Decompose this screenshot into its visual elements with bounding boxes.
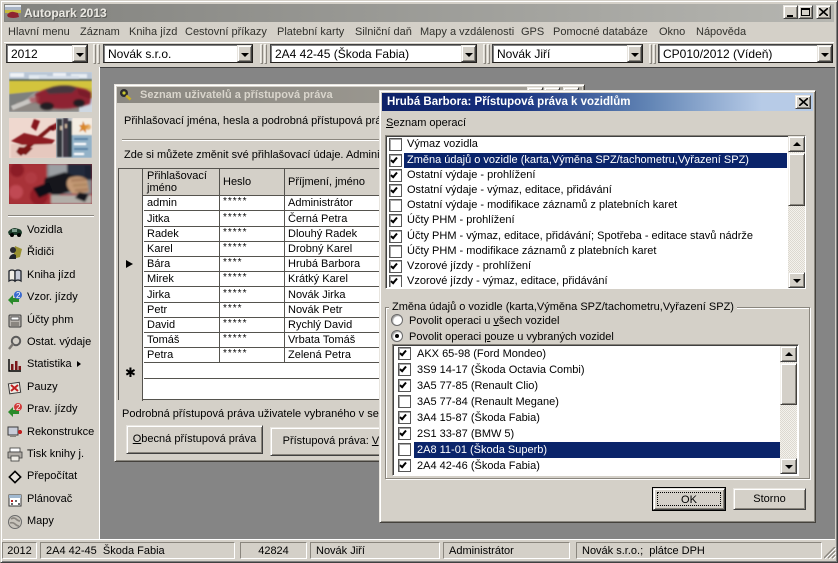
svg-text:2: 2 <box>16 403 21 412</box>
svg-text:2: 2 <box>16 291 21 300</box>
